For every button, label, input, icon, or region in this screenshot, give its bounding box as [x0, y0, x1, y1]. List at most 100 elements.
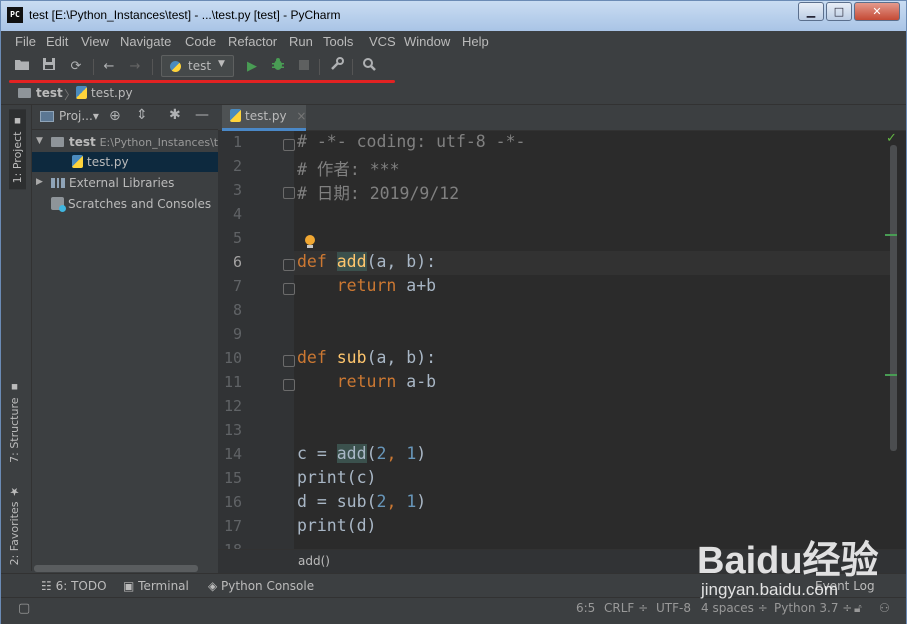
menu-code[interactable]: Code — [185, 34, 216, 49]
expand-arrow-icon[interactable]: ▼ — [36, 136, 43, 146]
hector-icon[interactable]: ⚇ — [879, 601, 890, 615]
tree-root-name: test — [69, 135, 96, 149]
pycharm-window: PC test [E:\Python_Instances\test] - ...… — [0, 0, 907, 624]
change-marker[interactable] — [885, 374, 897, 376]
code-line-15: print(c) — [297, 468, 377, 487]
paren: ( — [366, 492, 377, 511]
collapse-all-icon[interactable]: ⇕ — [136, 107, 148, 123]
gear-icon[interactable]: ✱ — [169, 107, 181, 123]
tab-structure[interactable]: 7: Structure ▪ — [8, 381, 21, 463]
project-view-select[interactable]: Proj...▾ — [59, 109, 99, 123]
nav-file[interactable]: test.py — [76, 86, 133, 100]
keyword: return — [336, 276, 397, 295]
tab-python-console[interactable]: ◈ Python Console — [208, 579, 314, 593]
fold-marker-icon[interactable] — [283, 283, 295, 295]
close-tab-icon[interactable]: × — [296, 109, 306, 123]
run-configuration-select[interactable]: test ▼ — [161, 55, 234, 77]
menu-vcs[interactable]: VCS — [369, 34, 396, 49]
minimize-button[interactable]: ▁ — [798, 2, 824, 21]
open-folder-icon[interactable] — [12, 57, 32, 77]
tree-file-name: test.py — [87, 155, 129, 169]
folder-icon — [51, 137, 64, 147]
fold-marker-icon[interactable] — [283, 259, 295, 271]
expand-arrow-icon[interactable]: ▶ — [36, 177, 43, 187]
line-number: 5 — [232, 229, 242, 247]
nav-file-label: test.py — [91, 86, 133, 100]
menu-view[interactable]: View — [81, 34, 109, 49]
menu-tools[interactable]: Tools — [323, 34, 353, 49]
indent-setting[interactable]: 4 spaces ÷ — [701, 601, 768, 615]
line-number: 15 — [223, 469, 242, 487]
debug-icon[interactable] — [268, 57, 288, 77]
forward-arrow-icon[interactable]: → — [125, 57, 145, 77]
fold-marker-icon[interactable] — [283, 379, 295, 391]
menu-file[interactable]: File — [15, 34, 36, 49]
number: 2 — [376, 492, 387, 511]
line-number: 1 — [232, 133, 242, 151]
lightbulb-icon[interactable] — [304, 235, 316, 249]
close-button[interactable]: ✕ — [854, 2, 900, 21]
terminal-label: Terminal — [138, 579, 189, 593]
tree-item-scratches[interactable]: Scratches and Consoles — [32, 194, 218, 214]
scratches-icon — [51, 197, 66, 212]
tree-item-test-py[interactable]: test.py — [32, 152, 218, 172]
editor-vertical-scrollbar[interactable] — [890, 145, 897, 451]
tab-favorites[interactable]: 2: Favorites ★ — [8, 485, 21, 565]
fold-marker-icon[interactable] — [283, 139, 295, 151]
sync-icon[interactable]: ⟳ — [66, 57, 86, 77]
menu-window[interactable]: Window — [404, 34, 450, 49]
tree-external-label: External Libraries — [69, 176, 175, 190]
keyword: def — [297, 348, 327, 367]
library-icon — [51, 178, 65, 188]
code-line-16: d = sub(2, 1) — [297, 492, 426, 511]
python-interpreter[interactable]: Python 3.7 ÷ — [774, 601, 852, 615]
code-line-7: return a+b — [297, 276, 436, 295]
locate-target-icon[interactable]: ⊕ — [109, 108, 121, 124]
comma: , — [386, 444, 407, 463]
menu-navigate[interactable]: Navigate — [120, 34, 171, 49]
keyword: def — [297, 252, 327, 271]
change-marker[interactable] — [885, 234, 897, 236]
tab-test-py[interactable]: test.py × — [222, 105, 306, 131]
menu-edit[interactable]: Edit — [46, 34, 68, 49]
fold-marker-icon[interactable] — [283, 355, 295, 367]
fold-marker-icon[interactable] — [283, 187, 295, 199]
menu-run[interactable]: Run — [289, 34, 313, 49]
python-icon — [170, 61, 181, 72]
tree-item-external-libraries[interactable]: ▶ External Libraries — [32, 173, 218, 193]
wrench-icon[interactable] — [327, 57, 347, 77]
toggle-tool-windows-icon[interactable]: ▢ — [18, 601, 30, 616]
caret-position[interactable]: 6:5 — [576, 601, 595, 615]
folder-icon — [18, 88, 31, 98]
watermark-url: jingyan.baidu.com — [700, 580, 838, 599]
navigation-bar: test 〉 test.py — [1, 83, 906, 105]
tree-scratches-label: Scratches and Consoles — [68, 197, 212, 211]
hide-panel-icon[interactable]: — — [195, 107, 209, 123]
call-name: sub — [336, 492, 367, 511]
search-icon[interactable] — [359, 57, 379, 77]
python-file-icon — [72, 155, 83, 168]
code-line-10: def sub(a, b): — [297, 348, 436, 367]
file-encoding[interactable]: UTF-8 — [656, 601, 691, 615]
stop-icon[interactable] — [294, 57, 314, 77]
line-separator[interactable]: CRLF ÷ — [604, 601, 648, 615]
run-icon[interactable]: ▶ — [242, 57, 262, 77]
line-number: 10 — [223, 349, 242, 367]
menu-refactor[interactable]: Refactor — [228, 34, 277, 49]
save-icon[interactable] — [39, 57, 59, 77]
inspection-ok-icon[interactable]: ✓ — [886, 131, 897, 146]
tab-project[interactable]: 1: Project ▪ — [9, 109, 26, 190]
tab-terminal[interactable]: ▣ Terminal — [123, 579, 189, 593]
menu-help[interactable]: Help — [462, 34, 489, 49]
nav-project[interactable]: test — [18, 86, 63, 100]
tree-item-root[interactable]: ▼ test E:\Python_Instances\test — [32, 132, 218, 152]
maximize-button[interactable]: □ — [826, 2, 852, 21]
breadcrumb-function[interactable]: add() — [298, 554, 330, 568]
project-horizontal-scrollbar[interactable] — [34, 565, 198, 572]
code-line-2: # 作者: *** — [297, 160, 400, 179]
lock-icon[interactable]: 🔓︎ — [854, 601, 862, 616]
tab-todo[interactable]: ☷ 6: TODO — [41, 579, 107, 593]
function-name: sub — [336, 348, 367, 367]
back-arrow-icon[interactable]: ← — [99, 57, 119, 77]
main-toolbar: ⟳ ← → test ▼ ▶ — [1, 53, 906, 81]
